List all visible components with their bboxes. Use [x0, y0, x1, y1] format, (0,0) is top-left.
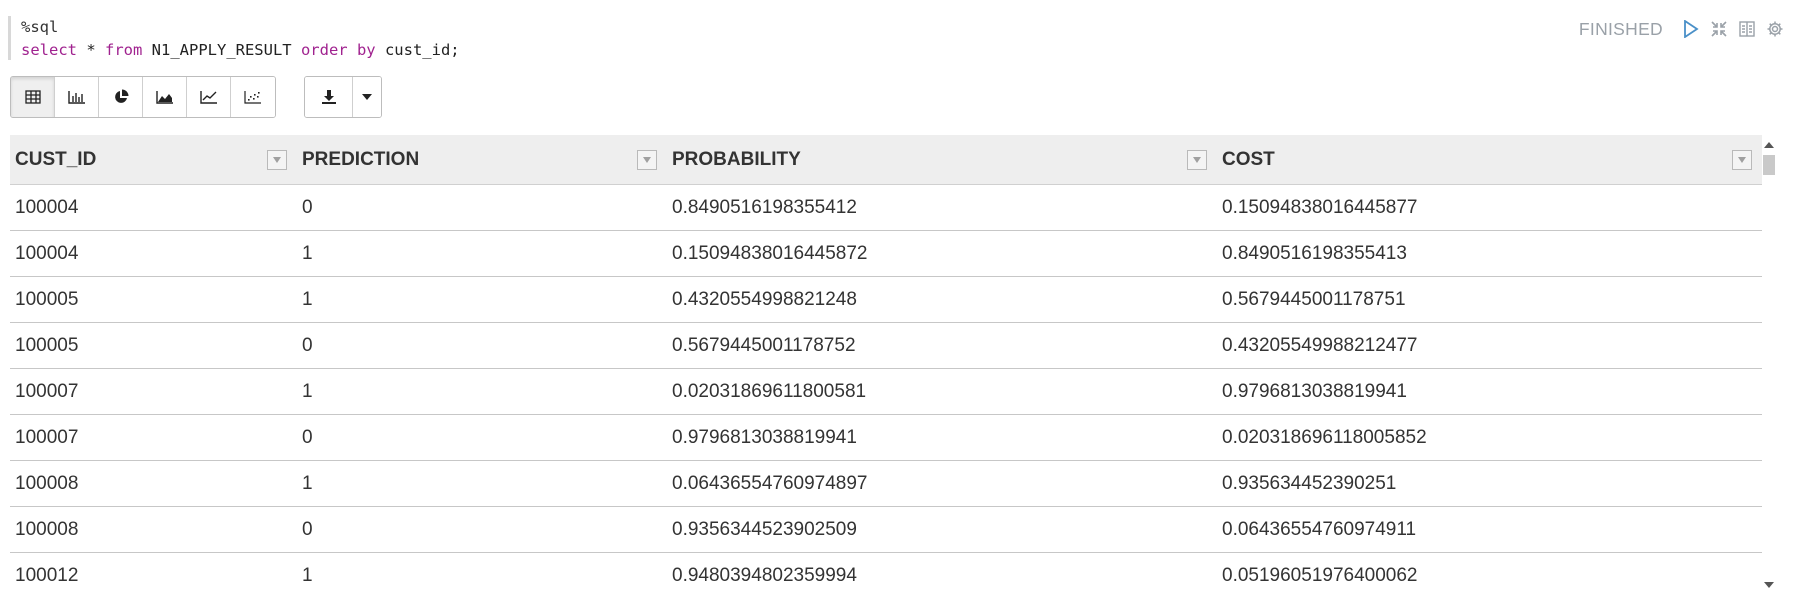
- cell-cost: 0.935634452390251: [1222, 472, 1397, 494]
- view-switcher: [10, 76, 276, 118]
- cell-cust-id: 100005: [15, 288, 79, 310]
- cell-probability: 0.15094838016445872: [672, 242, 868, 264]
- cell-cust-id: 100005: [15, 334, 79, 356]
- table-row[interactable]: 100004 1 0.15094838016445872 0.849051619…: [10, 231, 1762, 277]
- run-icon[interactable]: [1681, 18, 1701, 40]
- table-row[interactable]: 100008 1 0.06436554760974897 0.935634452…: [10, 461, 1762, 507]
- table-row[interactable]: 100004 0 0.8490516198355412 0.1509483801…: [10, 185, 1762, 231]
- cell-cust-id: 100004: [15, 242, 79, 264]
- cell-prediction: 0: [302, 334, 313, 356]
- scatter-chart-icon[interactable]: [231, 77, 275, 117]
- cell-cust-id: 100012: [15, 564, 79, 586]
- column-label: PREDICTION: [302, 149, 420, 170]
- cell-cost: 0.020318696118005852: [1222, 426, 1427, 448]
- cell-prediction: 0: [302, 196, 313, 218]
- cell-prediction: 1: [302, 472, 313, 494]
- keyword-from: from: [105, 41, 143, 59]
- code-editor[interactable]: %sql select * from N1_APPLY_RESULT order…: [8, 16, 921, 60]
- cell-cust-id: 100004: [15, 196, 79, 218]
- query-line: select * from N1_APPLY_RESULT order by c…: [21, 39, 921, 62]
- cell-prediction: 1: [302, 288, 313, 310]
- cell-probability: 0.5679445001178752: [672, 334, 856, 356]
- column-header-prediction[interactable]: PREDICTION: [297, 135, 667, 185]
- table-body: 100004 0 0.8490516198355412 0.1509483801…: [10, 185, 1762, 591]
- keyword-order-by: order by: [300, 41, 376, 59]
- download-group: [304, 76, 382, 118]
- status-text: FINISHED: [1578, 18, 1663, 39]
- cell-cust-id: 100008: [15, 518, 79, 540]
- cell-cost: 0.15094838016445877: [1222, 196, 1418, 218]
- vertical-scrollbar[interactable]: [1762, 135, 1776, 591]
- gear-icon[interactable]: [1765, 18, 1785, 40]
- cell-probability: 0.02031869611800581: [672, 380, 867, 402]
- filter-icon[interactable]: [267, 150, 287, 170]
- table-header: CUST_ID PREDICTION PROBABILITY COST: [10, 135, 1762, 185]
- paragraph-status-bar: FINISHED: [1579, 16, 1785, 42]
- cell-cost: 0.05196051976400062: [1222, 564, 1418, 586]
- column-label: COST: [1222, 149, 1275, 170]
- column-header-probability[interactable]: PROBABILITY: [667, 135, 1217, 185]
- visualization-toolbar: [10, 76, 382, 118]
- cell-cost: 0.9796813038819941: [1222, 380, 1407, 402]
- table-row[interactable]: 100007 0 0.9796813038819941 0.0203186961…: [10, 415, 1762, 461]
- cell-cost: 0.5679445001178751: [1222, 288, 1406, 310]
- interpreter-line: %sql: [21, 18, 59, 36]
- filter-icon[interactable]: [1187, 150, 1207, 170]
- cell-prediction: 1: [302, 242, 313, 264]
- pie-chart-icon[interactable]: [99, 77, 143, 117]
- cell-probability: 0.9356344523902509: [672, 518, 857, 540]
- table-row[interactable]: 100012 1 0.9480394802359994 0.0519605197…: [10, 553, 1762, 591]
- table-row[interactable]: 100005 0 0.5679445001178752 0.4320554998…: [10, 323, 1762, 369]
- cell-prediction: 1: [302, 564, 313, 586]
- cell-cost: 0.43205549988212477: [1222, 334, 1418, 356]
- collapse-icon[interactable]: [1709, 18, 1729, 40]
- scroll-down-icon[interactable]: [1763, 579, 1775, 591]
- line-chart-icon[interactable]: [187, 77, 231, 117]
- keyword-select: select: [21, 41, 77, 59]
- table-row[interactable]: 100007 1 0.02031869611800581 0.979681303…: [10, 369, 1762, 415]
- table-row[interactable]: 100005 1 0.4320554998821248 0.5679445001…: [10, 277, 1762, 323]
- cell-prediction: 0: [302, 518, 313, 540]
- cell-probability: 0.06436554760974897: [672, 472, 868, 494]
- filter-icon[interactable]: [1732, 150, 1752, 170]
- cell-probability: 0.9480394802359994: [672, 564, 857, 586]
- cell-cust-id: 100007: [15, 380, 79, 402]
- query-text: *: [77, 41, 105, 59]
- scrollbar-thumb[interactable]: [1763, 155, 1775, 175]
- cell-cust-id: 100008: [15, 472, 79, 494]
- column-header-cost[interactable]: COST: [1217, 135, 1762, 185]
- download-icon[interactable]: [305, 77, 353, 117]
- results-table: CUST_ID PREDICTION PROBABILITY COST 1000…: [10, 135, 1776, 591]
- filter-icon[interactable]: [637, 150, 657, 170]
- column-label: PROBABILITY: [672, 149, 801, 170]
- cell-cost: 0.06436554760974911: [1222, 518, 1417, 540]
- cell-cost: 0.8490516198355413: [1222, 242, 1407, 264]
- cell-probability: 0.4320554998821248: [672, 288, 857, 310]
- cell-probability: 0.8490516198355412: [672, 196, 857, 218]
- order-column: cust_id;: [375, 41, 460, 59]
- cell-cust-id: 100007: [15, 426, 79, 448]
- bar-chart-icon[interactable]: [55, 77, 99, 117]
- cell-prediction: 1: [302, 380, 313, 402]
- caret-down-icon[interactable]: [353, 77, 381, 117]
- scroll-up-icon[interactable]: [1763, 139, 1775, 151]
- column-header-cust-id[interactable]: CUST_ID: [10, 135, 297, 185]
- cell-prediction: 0: [302, 426, 313, 448]
- table-name: N1_APPLY_RESULT: [142, 41, 301, 59]
- book-icon[interactable]: [1737, 18, 1757, 40]
- table-row[interactable]: 100008 0 0.9356344523902509 0.0643655476…: [10, 507, 1762, 553]
- column-label: CUST_ID: [15, 149, 97, 170]
- area-chart-icon[interactable]: [143, 77, 187, 117]
- table-view-icon[interactable]: [11, 77, 55, 117]
- cell-probability: 0.9796813038819941: [672, 426, 857, 448]
